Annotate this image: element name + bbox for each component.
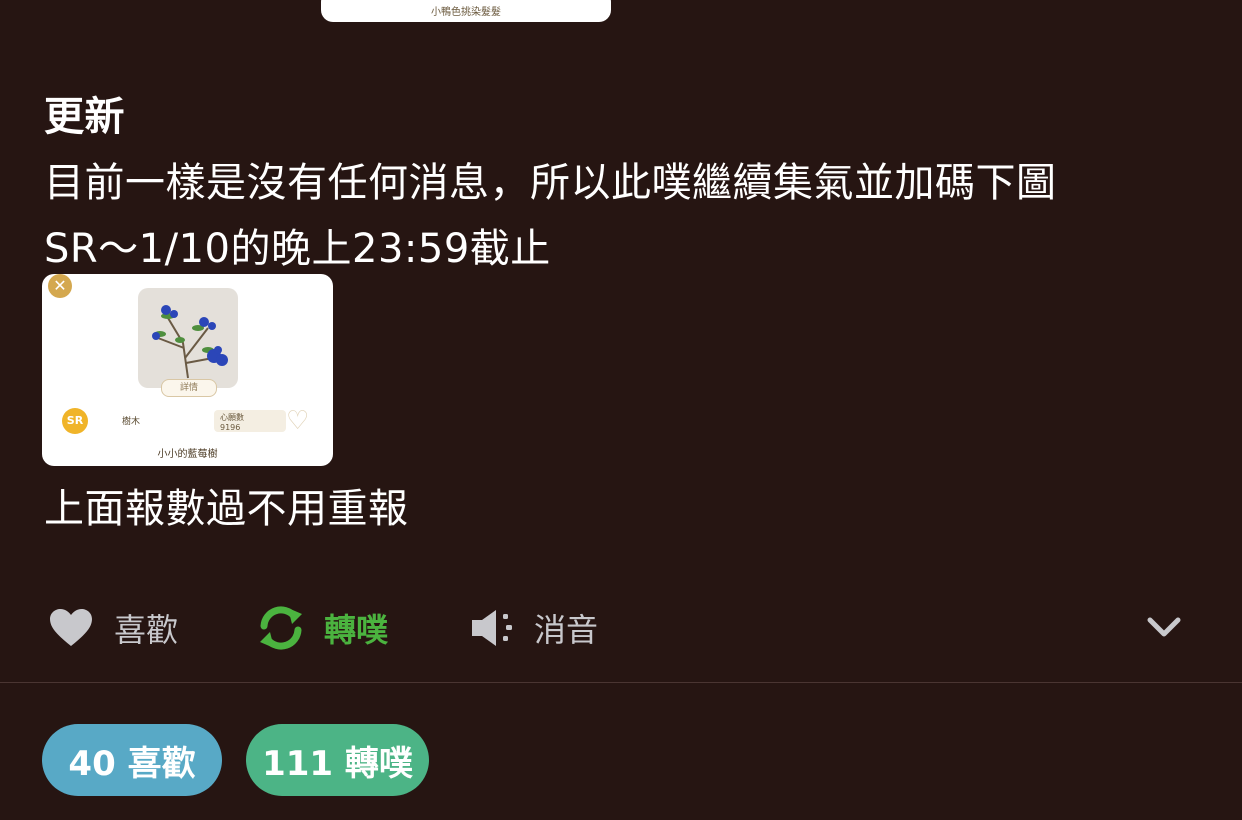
like-button[interactable]: 喜歡	[48, 596, 178, 660]
close-icon[interactable]: ✕	[48, 274, 72, 298]
replurks-count-pill[interactable]: 111 轉噗	[246, 724, 429, 796]
post-line-2: SR～1/10的晚上23:59截止	[44, 226, 551, 272]
detail-button[interactable]: 詳情	[161, 379, 217, 397]
favorite-heart-icon[interactable]: ♡	[286, 408, 314, 434]
post-note: 上面報數過不用重報	[44, 486, 409, 532]
likes-count-pill[interactable]: 40 喜歡	[42, 724, 222, 796]
replurk-label: 轉噗	[324, 611, 389, 649]
wish-count-value: 9196	[220, 423, 241, 432]
mute-label: 消音	[534, 611, 599, 649]
item-caption: 小小的藍莓樹	[157, 449, 218, 460]
wish-count-label: 心願數	[220, 413, 244, 422]
blueberry-tree-image	[138, 288, 238, 388]
post-line-1: 目前一樣是沒有任何消息，所以此噗繼續集氣並加碼下圖	[44, 160, 1057, 206]
item-tag: 樹木	[122, 417, 141, 427]
item-image-card[interactable]: ✕ 詳情 SR 樹木 心願數 9196 ♡ 小小的藍莓樹	[42, 274, 333, 466]
post-heading: 更新	[44, 94, 125, 140]
replurk-button[interactable]: 轉噗	[258, 596, 388, 660]
replurk-icon	[258, 606, 304, 650]
chevron-down-icon[interactable]	[1144, 608, 1184, 648]
previous-image-caption: 小鴨色挑染髮髮	[431, 7, 501, 18]
previous-image-card[interactable]: 小鴨色挑染髮髮	[321, 0, 611, 22]
divider	[0, 682, 1242, 683]
rarity-badge: SR	[62, 408, 88, 434]
like-label: 喜歡	[114, 611, 179, 649]
heart-icon	[48, 608, 94, 648]
mute-button[interactable]: 消音	[470, 596, 598, 660]
action-bar: 喜歡 轉噗 消音	[44, 596, 1194, 660]
wish-count: 心願數 9196	[214, 410, 286, 432]
mute-icon	[470, 608, 514, 648]
post-content: 更新 目前一樣是沒有任何消息，所以此噗繼續集氣並加碼下圖 SR～1/10的晚上2…	[44, 84, 1204, 282]
